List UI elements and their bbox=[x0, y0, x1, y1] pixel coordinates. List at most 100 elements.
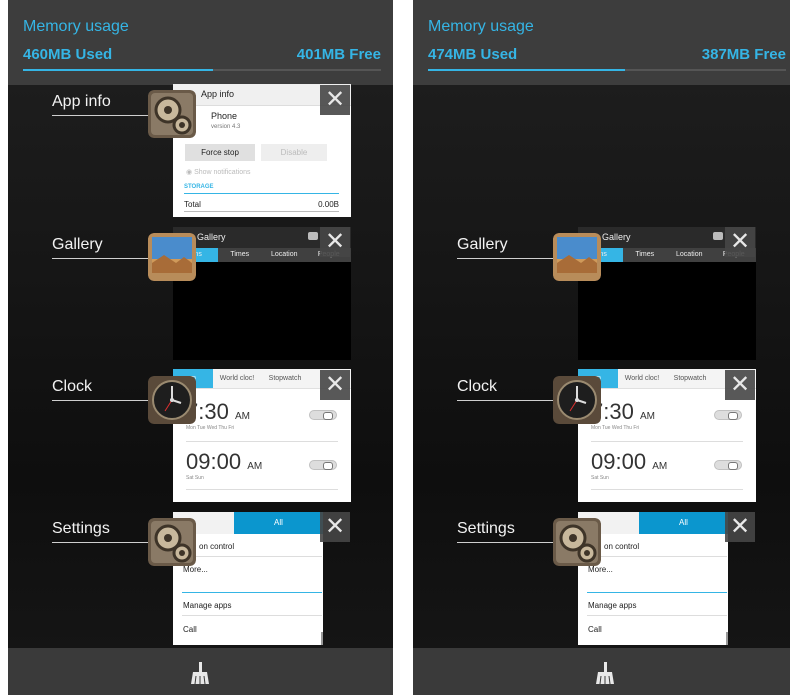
alarm-ampm: AM bbox=[234, 411, 250, 422]
settings-divider bbox=[182, 615, 322, 616]
clock-app-icon bbox=[148, 376, 196, 424]
label-underline bbox=[52, 258, 148, 259]
storage-total-value: 0.00B bbox=[318, 200, 339, 209]
clock-app-icon bbox=[553, 376, 601, 424]
close-icon[interactable]: ✕ bbox=[320, 512, 350, 542]
label-underline bbox=[52, 542, 148, 543]
recent-apps-screen-right: Memory usage 474MB Used 387MB Free Galle… bbox=[413, 0, 790, 695]
alarm-ampm: AM bbox=[639, 411, 655, 422]
clock-tab-stopwatch: Stopwatch bbox=[673, 375, 707, 382]
memory-free: 401MB Free bbox=[296, 46, 381, 63]
memory-usage-title: Memory usage bbox=[23, 18, 129, 35]
settings-item: Manage apps bbox=[588, 601, 637, 610]
settings-section-divider bbox=[182, 592, 322, 593]
alarm-toggle bbox=[714, 410, 742, 420]
settings-gear-app-icon bbox=[553, 518, 601, 566]
recent-app-label-app-info[interactable]: App info bbox=[52, 93, 111, 111]
gallery-title: Gallery bbox=[602, 232, 631, 242]
settings-item: on control bbox=[604, 542, 640, 551]
alarm-divider bbox=[186, 441, 338, 442]
settings-item: More... bbox=[183, 565, 208, 574]
settings-divider bbox=[587, 556, 727, 557]
close-icon[interactable]: ✕ bbox=[320, 227, 350, 257]
settings-divider bbox=[182, 556, 322, 557]
close-icon[interactable]: ✕ bbox=[725, 227, 755, 257]
show-notifications-checkbox: ◉ Show notifications bbox=[186, 169, 251, 176]
settings-tab-all: All bbox=[639, 512, 728, 534]
camera-icon bbox=[308, 232, 318, 240]
gallery-app-icon bbox=[553, 233, 601, 281]
memory-usage-title: Memory usage bbox=[428, 18, 534, 35]
alarm-ampm: AM bbox=[247, 461, 263, 472]
label-underline bbox=[52, 115, 148, 116]
alarm-toggle bbox=[309, 410, 337, 420]
gallery-title: Gallery bbox=[197, 232, 226, 242]
show-notifications-label: Show notifications bbox=[194, 169, 251, 176]
alarm-days: Sat Sun bbox=[186, 475, 204, 481]
recent-app-label-settings[interactable]: Settings bbox=[52, 520, 110, 538]
alarm-days: Sat Sun bbox=[591, 475, 609, 481]
settings-item: Call bbox=[183, 625, 197, 634]
alarm-toggle bbox=[309, 460, 337, 470]
storage-divider bbox=[184, 193, 339, 194]
gallery-tab-times: Times bbox=[230, 251, 250, 258]
settings-tab-all: All bbox=[234, 512, 323, 534]
gallery-tab-location: Location bbox=[271, 251, 298, 258]
recent-app-label-clock[interactable]: Clock bbox=[52, 378, 92, 396]
camera-icon bbox=[713, 232, 723, 240]
recent-app-label-clock[interactable]: Clock bbox=[457, 378, 497, 396]
settings-gear-app-icon bbox=[148, 90, 196, 138]
recent-app-label-gallery[interactable]: Gallery bbox=[457, 236, 508, 254]
memory-used: 460MB Used bbox=[23, 46, 113, 63]
memory-usage-fill bbox=[428, 69, 625, 71]
total-divider bbox=[184, 211, 339, 212]
scrollbar bbox=[321, 632, 323, 645]
settings-section-divider bbox=[587, 592, 727, 593]
alarm-divider bbox=[591, 489, 743, 490]
settings-item: Call bbox=[588, 625, 602, 634]
label-underline bbox=[457, 258, 553, 259]
clock-tab-world-clock: World cloc! bbox=[219, 375, 255, 382]
storage-header: STORAGE bbox=[184, 184, 214, 190]
settings-divider bbox=[587, 615, 727, 616]
broom-icon[interactable] bbox=[190, 662, 210, 689]
alarm-toggle bbox=[714, 460, 742, 470]
alarm-divider bbox=[186, 489, 338, 490]
memory-usage-fill bbox=[23, 69, 213, 71]
settings-item: Manage apps bbox=[183, 601, 232, 610]
app-info-version: version 4.3 bbox=[211, 124, 241, 130]
broom-icon[interactable] bbox=[595, 662, 615, 689]
alarm-days: Mon Tue Wed Thu Fri bbox=[186, 425, 235, 431]
gallery-tab-times: Times bbox=[635, 251, 655, 258]
recent-app-label-settings[interactable]: Settings bbox=[457, 520, 515, 538]
memory-usage-bar bbox=[428, 69, 786, 71]
alarm-time-value: 09:00 bbox=[186, 449, 242, 474]
app-info-app-name: Phone bbox=[211, 111, 238, 121]
storage-total-label: Total bbox=[184, 200, 201, 209]
memory-usage-bar bbox=[23, 69, 381, 71]
alarm-ampm: AM bbox=[652, 461, 668, 472]
memory-used: 474MB Used bbox=[428, 46, 518, 63]
alarm-days: Mon Tue Wed Thu Fri bbox=[591, 425, 640, 431]
label-underline bbox=[52, 400, 148, 401]
alarm-time: 09:00 AM bbox=[591, 449, 667, 475]
close-icon[interactable]: ✕ bbox=[320, 370, 350, 400]
recent-app-label-gallery[interactable]: Gallery bbox=[52, 236, 103, 254]
close-icon[interactable]: ✕ bbox=[725, 370, 755, 400]
scrollbar bbox=[726, 632, 728, 645]
alarm-divider bbox=[591, 441, 743, 442]
clock-tab-world-clock: World cloc! bbox=[624, 375, 660, 382]
gallery-app-icon bbox=[148, 233, 196, 281]
close-icon[interactable]: ✕ bbox=[320, 85, 350, 115]
close-icon[interactable]: ✕ bbox=[725, 512, 755, 542]
label-underline bbox=[457, 542, 553, 543]
recent-apps-screen-left: Memory usage 460MB Used 401MB Free App i… bbox=[8, 0, 393, 695]
gallery-tab-location: Location bbox=[676, 251, 703, 258]
alarm-time: 09:00 AM bbox=[186, 449, 262, 475]
label-underline bbox=[457, 400, 553, 401]
alarm-time-value: 09:00 bbox=[591, 449, 647, 474]
settings-item: on control bbox=[199, 542, 235, 551]
disable-button: Disable bbox=[261, 144, 327, 161]
memory-usage-header: Memory usage 474MB Used 387MB Free bbox=[413, 0, 790, 85]
force-stop-button: Force stop bbox=[185, 144, 255, 161]
